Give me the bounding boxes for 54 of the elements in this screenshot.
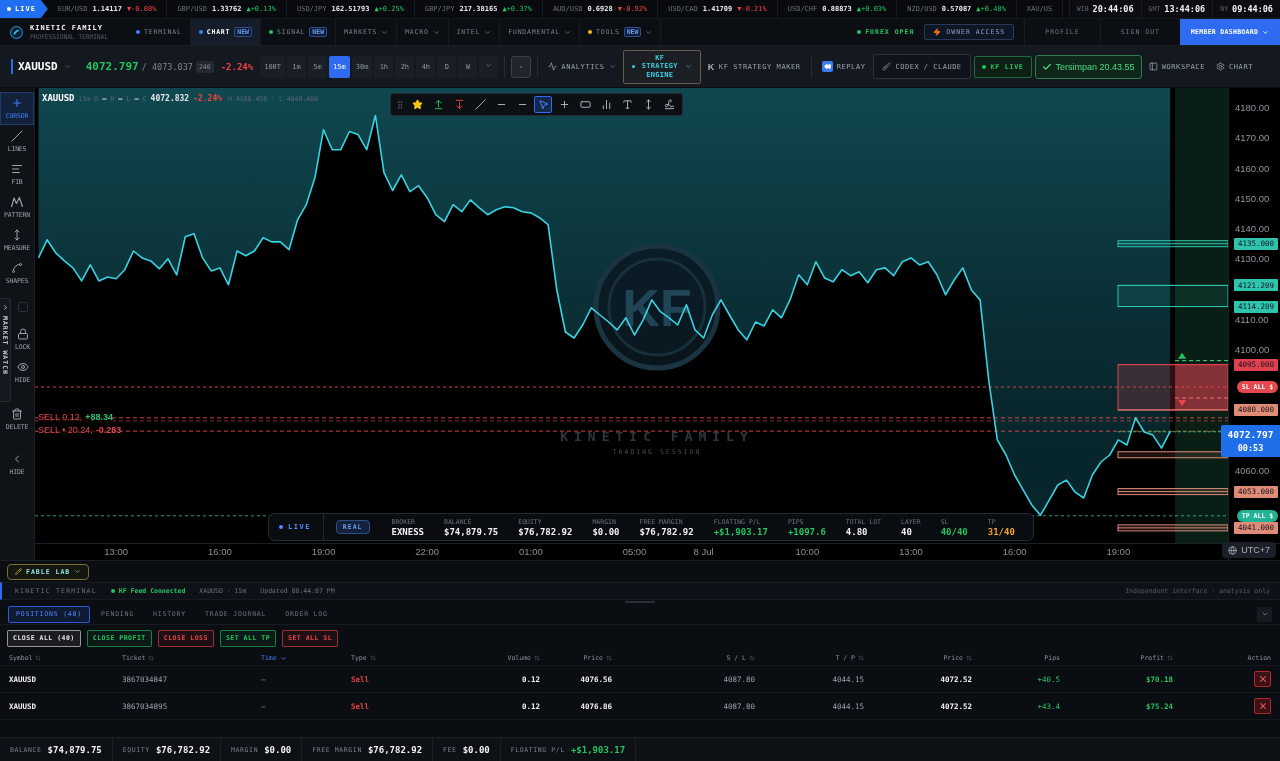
price-tick: 4110.00 bbox=[1235, 313, 1269, 325]
price-tick: 4140.00 bbox=[1235, 223, 1270, 235]
summary-value: $0.00 bbox=[264, 744, 292, 755]
summary-value: $76,782.92 bbox=[367, 744, 423, 755]
bid-price: 4072.797 bbox=[85, 60, 139, 73]
price-tick: 4060.00 bbox=[1235, 464, 1270, 476]
watermark-title: KINETIC FAMILY bbox=[560, 429, 754, 444]
price-tick: 4170.00 bbox=[1235, 132, 1270, 144]
time-tick: 19:00 bbox=[1106, 546, 1131, 557]
ohlc-value: 4072.832 bbox=[150, 94, 190, 103]
account-field-value: $74,879.75 bbox=[444, 526, 499, 537]
clock-time: 13:44:06 bbox=[1164, 4, 1206, 14]
account-field-value: 40 bbox=[901, 526, 913, 537]
order-pnl: +88.34 bbox=[85, 411, 113, 422]
order-label: SELL • 20.24, bbox=[38, 425, 93, 436]
time-tick: 01:00 bbox=[518, 546, 543, 557]
price-tick: 4160.00 bbox=[1235, 162, 1270, 174]
current-price: 4072.797 bbox=[1227, 428, 1274, 440]
account-field-value: $76,782.92 bbox=[518, 526, 573, 537]
order-label: SELL 0.12, bbox=[38, 411, 83, 422]
account-field-value: +$1,903.17 bbox=[713, 526, 768, 537]
time-tick: 05:00 bbox=[622, 546, 647, 557]
clock-time: 09:44:06 bbox=[1232, 4, 1273, 14]
chart-symbol: XAUUSD bbox=[42, 93, 75, 103]
k-logo-icon: K bbox=[707, 61, 715, 72]
summary-value: $76,782.92 bbox=[155, 744, 211, 755]
account-field-value: $76,782.92 bbox=[639, 526, 694, 537]
price-tick: 4100.00 bbox=[1235, 344, 1270, 355]
summary-value: +$1,903.17 bbox=[570, 744, 626, 755]
order-pnl: -0.283 bbox=[95, 425, 122, 436]
time-tick: 16:00 bbox=[208, 546, 232, 557]
time-tick: 22:00 bbox=[415, 546, 440, 557]
ask-price: / 4073.037 bbox=[141, 61, 193, 72]
candle-countdown: 00:53 bbox=[1237, 442, 1264, 453]
price-tick: 4180.00 bbox=[1235, 102, 1270, 114]
account-field-value: +1097.6 bbox=[787, 526, 826, 537]
summary-value: $0.00 bbox=[462, 744, 490, 755]
time-tick: 8 Jul bbox=[693, 546, 714, 557]
account-field-value: 4.80 bbox=[845, 526, 869, 537]
clock-time: 20:44:06 bbox=[1092, 4, 1134, 14]
account-field-value: $0.00 bbox=[592, 526, 620, 537]
time-tick: 13:00 bbox=[104, 546, 129, 557]
account-field-value: 31/40 bbox=[987, 526, 1015, 537]
time-tick: 13:00 bbox=[899, 546, 923, 557]
chart-change: -2.24% bbox=[193, 94, 223, 103]
price-tick: 4130.00 bbox=[1235, 253, 1270, 265]
price-tick: 4150.00 bbox=[1235, 192, 1270, 204]
time-tick: 19:00 bbox=[311, 546, 336, 557]
account-field-value: 40/40 bbox=[940, 526, 968, 537]
account-field-value: EXNESS bbox=[391, 526, 425, 537]
summary-value: $74,879.75 bbox=[47, 744, 102, 755]
price-change: -2.24% bbox=[220, 61, 254, 72]
time-tick: 16:00 bbox=[1002, 546, 1027, 557]
time-tick: 10:00 bbox=[795, 546, 820, 557]
